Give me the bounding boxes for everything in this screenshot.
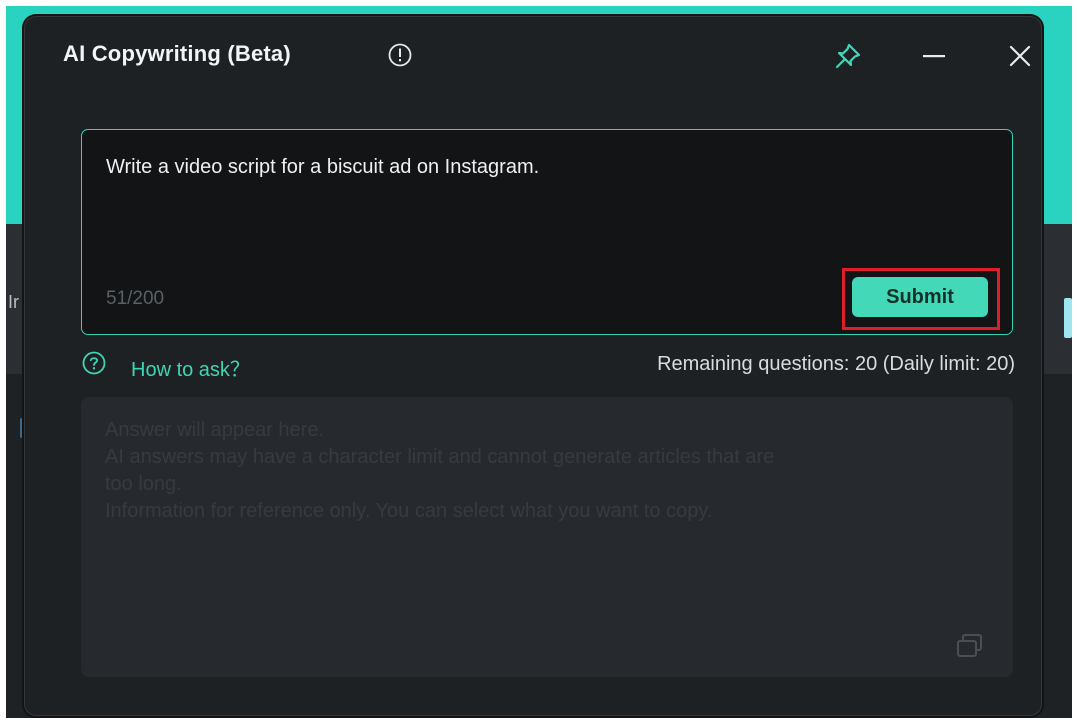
screen: Ir AI Copywriting (Beta) Write a video s… (6, 6, 1072, 718)
dialog-title: AI Copywriting (Beta) (63, 41, 291, 66)
submit-button[interactable]: Submit (852, 277, 988, 317)
background-thumbnail-edge (1064, 298, 1072, 338)
answer-placeholder-line: AI answers may have a character limit an… (105, 446, 775, 468)
info-icon[interactable] (387, 42, 413, 68)
pin-icon[interactable] (831, 39, 865, 73)
minimize-icon[interactable] (917, 39, 951, 73)
prompt-input[interactable]: Write a video script for a biscuit ad on… (81, 129, 1013, 335)
remaining-questions: Remaining questions: 20 (Daily limit: 20… (657, 353, 1015, 375)
ai-copywriting-dialog: AI Copywriting (Beta) Write a video scri… (24, 16, 1042, 716)
answer-placeholder-line: Answer will appear here. (105, 419, 324, 441)
help-icon[interactable] (81, 350, 107, 376)
background-partial-text: Ir (8, 292, 19, 312)
answer-area[interactable]: Answer will appear here. AI answers may … (81, 397, 1013, 677)
prompt-text[interactable]: Write a video script for a biscuit ad on… (106, 156, 539, 179)
how-to-ask-link[interactable]: How to ask？ (131, 353, 250, 382)
answer-placeholder-line: Information for reference only. You can … (105, 500, 713, 522)
close-icon[interactable] (1003, 39, 1037, 73)
answer-placeholder-line: too long. (105, 473, 182, 495)
copy-icon[interactable] (953, 631, 987, 661)
character-counter: 51/200 (106, 288, 165, 309)
